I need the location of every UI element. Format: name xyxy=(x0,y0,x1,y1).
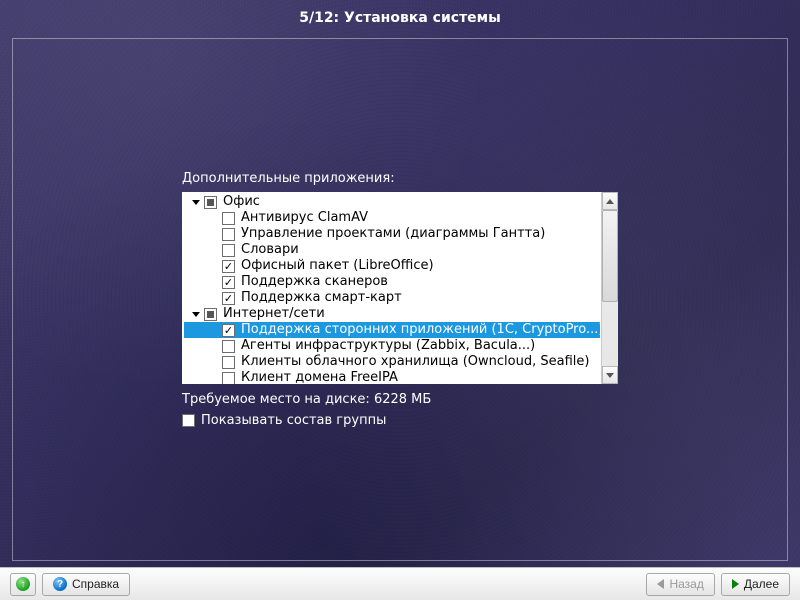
tree-item[interactable]: Агенты инфраструктуры (Zabbix, Bacula...… xyxy=(184,338,600,354)
tree-item[interactable]: Поддержка смарт-карт xyxy=(184,290,600,306)
show-group-contents-option[interactable]: Показывать состав группы xyxy=(182,413,618,428)
required-space: Требуемое место на диске: 6228 МБ xyxy=(182,392,618,407)
expand-toggle[interactable] xyxy=(190,200,202,205)
chevron-up-icon xyxy=(606,199,614,204)
item-label: Поддержка сканеров xyxy=(241,274,388,290)
tree-item[interactable]: Управление проектами (диаграммы Гантта) xyxy=(184,226,600,242)
item-label: Поддержка смарт-карт xyxy=(241,290,402,306)
required-space-value: 6228 МБ xyxy=(374,392,431,407)
bottom-toolbar: ↑ ? Справка Назад Далее xyxy=(0,567,800,600)
help-button[interactable]: ? Справка xyxy=(42,573,130,596)
applications-tree[interactable]: ОфисАнтивирус ClamAVУправление проектами… xyxy=(182,192,618,384)
updates-button[interactable]: ↑ xyxy=(10,573,36,596)
tree-group[interactable]: Интернет/сети xyxy=(184,306,600,322)
show-group-contents-label: Показывать состав группы xyxy=(201,413,386,428)
next-button-label: Далее xyxy=(744,577,779,591)
expand-toggle[interactable] xyxy=(190,312,202,317)
item-label: Управление проектами (диаграммы Гантта) xyxy=(241,226,545,242)
item-label: Клиент домена FreeIPA xyxy=(241,370,398,384)
page-title: 5/12: Установка системы xyxy=(0,0,800,32)
scrollbar-thumb[interactable] xyxy=(602,210,618,302)
caret-down-icon xyxy=(192,312,200,317)
scrollbar[interactable] xyxy=(601,192,618,384)
item-checkbox[interactable] xyxy=(222,372,235,385)
item-label: Словари xyxy=(241,242,299,258)
tree-item[interactable]: Офисный пакет (LibreOffice) xyxy=(184,258,600,274)
tree-item[interactable]: Словари xyxy=(184,242,600,258)
scroll-down-button[interactable] xyxy=(602,366,618,384)
tree-item[interactable]: Клиент домена FreeIPA xyxy=(184,370,600,384)
show-group-contents-checkbox[interactable] xyxy=(182,414,195,427)
chevron-down-icon xyxy=(606,373,614,378)
caret-down-icon xyxy=(192,200,200,205)
tree-item[interactable]: Поддержка сторонних приложений (1C, Cryp… xyxy=(184,322,600,338)
chevron-right-icon xyxy=(732,579,739,589)
item-checkbox[interactable] xyxy=(222,340,235,353)
tree-item[interactable]: Антивирус ClamAV xyxy=(184,210,600,226)
item-checkbox[interactable] xyxy=(222,324,235,337)
item-checkbox[interactable] xyxy=(222,228,235,241)
scroll-up-button[interactable] xyxy=(602,192,618,210)
item-label: Антивирус ClamAV xyxy=(241,210,368,226)
group-checkbox[interactable] xyxy=(204,196,217,209)
chevron-left-icon xyxy=(657,579,664,589)
help-button-label: Справка xyxy=(72,577,119,591)
item-checkbox[interactable] xyxy=(222,276,235,289)
content-area: Дополнительные приложения: ОфисАнтивирус… xyxy=(13,39,787,560)
content-frame: Дополнительные приложения: ОфисАнтивирус… xyxy=(12,38,788,561)
item-checkbox[interactable] xyxy=(222,292,235,305)
tree-item[interactable]: Поддержка сканеров xyxy=(184,274,600,290)
help-icon: ? xyxy=(53,577,67,591)
item-label: Офисный пакет (LibreOffice) xyxy=(241,258,434,274)
item-label: Агенты инфраструктуры (Zabbix, Bacula...… xyxy=(241,338,535,354)
back-button-label: Назад xyxy=(669,577,703,591)
tree-item[interactable]: Клиенты облачного хранилища (Owncloud, S… xyxy=(184,354,600,370)
item-label: Клиенты облачного хранилища (Owncloud, S… xyxy=(241,354,589,370)
group-checkbox[interactable] xyxy=(204,308,217,321)
group-label: Интернет/сети xyxy=(223,306,325,322)
group-label: Офис xyxy=(223,194,260,210)
next-button[interactable]: Далее xyxy=(721,573,790,596)
item-checkbox[interactable] xyxy=(222,260,235,273)
item-checkbox[interactable] xyxy=(222,244,235,257)
item-checkbox[interactable] xyxy=(222,212,235,225)
item-checkbox[interactable] xyxy=(222,356,235,369)
scrollbar-track[interactable] xyxy=(602,302,618,366)
tree-group[interactable]: Офис xyxy=(184,194,600,210)
item-label: Поддержка сторонних приложений (1C, Cryp… xyxy=(241,322,602,338)
required-space-prefix: Требуемое место на диске: xyxy=(182,392,374,407)
arrow-up-circle-icon: ↑ xyxy=(16,577,30,591)
section-label: Дополнительные приложения: xyxy=(182,171,618,186)
back-button[interactable]: Назад xyxy=(646,573,714,596)
